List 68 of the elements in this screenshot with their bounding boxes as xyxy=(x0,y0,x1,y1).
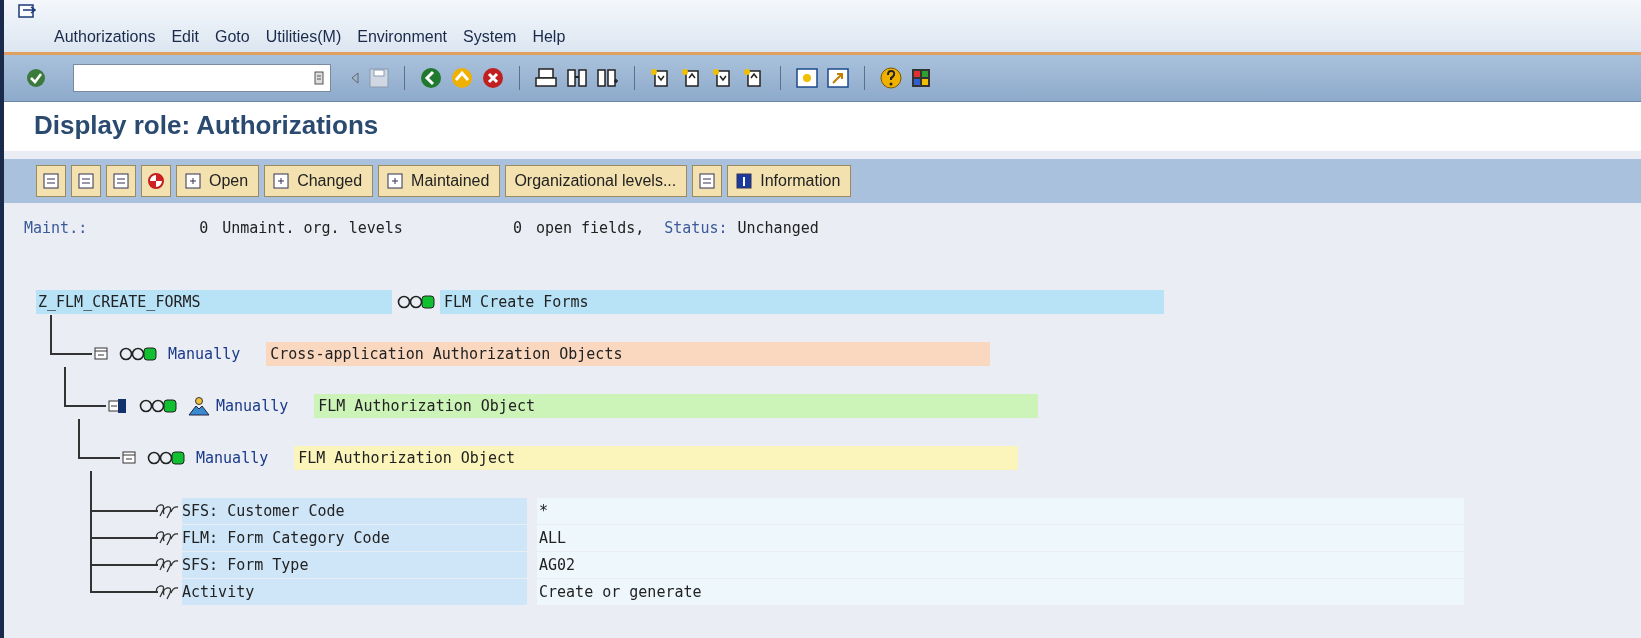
menu-item[interactable]: System xyxy=(463,28,517,46)
toolbar-icon xyxy=(148,173,164,189)
toolbar-button[interactable] xyxy=(106,165,136,197)
field-name: Activity xyxy=(182,578,527,605)
find-next-icon[interactable] xyxy=(597,68,619,88)
window-icon[interactable] xyxy=(796,68,818,88)
field-name: SFS: Form Type xyxy=(182,551,527,578)
status-text: Unmaint. org. levels xyxy=(222,219,403,237)
origin-label: Manually xyxy=(216,397,289,415)
toolbar-icon xyxy=(78,173,94,189)
status-count: 0 xyxy=(512,219,522,237)
field-value: Create or generate xyxy=(537,578,1464,605)
print-icon[interactable] xyxy=(535,68,557,88)
help-icon[interactable] xyxy=(880,67,902,89)
menu-item[interactable]: Utilities(M) xyxy=(265,28,342,46)
find-icon[interactable] xyxy=(566,68,588,88)
toolbar-button[interactable] xyxy=(141,165,171,197)
status-text: open fields, xyxy=(535,219,645,237)
role-name: Z_FLM_CREATE_FORMS xyxy=(36,290,392,314)
toolbar-button[interactable]: Organizational levels... xyxy=(505,165,688,197)
field-value: * xyxy=(537,497,1464,524)
shortcut-icon[interactable] xyxy=(827,68,849,88)
toolbar-icon xyxy=(273,173,290,189)
menu-item[interactable]: Help xyxy=(532,28,566,46)
triangle-icon[interactable] xyxy=(350,71,360,85)
toolbar-button[interactable]: Changed xyxy=(264,165,374,197)
menu-item[interactable]: Authorizations xyxy=(54,28,156,46)
toolbar-button[interactable]: Information xyxy=(727,165,852,197)
status-value: Unchanged xyxy=(737,219,819,237)
toolbar-icon xyxy=(185,173,201,189)
node-text: FLM Authorization Object xyxy=(294,446,1019,470)
expand-icon[interactable] xyxy=(108,399,128,413)
toolbar-button[interactable]: Maintained xyxy=(378,165,501,197)
node-text: FLM Authorization Object xyxy=(314,394,1039,418)
toolbar-button[interactable] xyxy=(71,165,101,197)
menu-item[interactable]: Goto xyxy=(214,28,250,46)
toolbar-button[interactable] xyxy=(692,165,723,197)
collapse-icon[interactable] xyxy=(94,347,108,361)
menu-item[interactable]: Edit xyxy=(171,28,199,46)
status-count: 0 xyxy=(199,219,209,237)
toolbar-icon xyxy=(43,173,59,189)
toolbar-icon xyxy=(387,173,404,189)
field-name: SFS: Customer Code xyxy=(182,497,527,524)
menu-icon[interactable] xyxy=(18,4,36,20)
role-description: FLM Create Forms xyxy=(440,290,1164,314)
menu-item[interactable]: Environment xyxy=(357,28,448,46)
screen-title: Display role: Authorizations xyxy=(4,101,1641,151)
toolbar-icon xyxy=(736,173,753,189)
back-icon[interactable] xyxy=(420,67,442,89)
layout-icon[interactable] xyxy=(911,68,931,88)
toolbar-icon xyxy=(699,173,716,189)
mountain-person-icon xyxy=(188,396,210,416)
node-text: Cross-application Authorization Objects xyxy=(266,342,991,366)
toolbar-icon xyxy=(113,173,129,189)
origin-label: Manually xyxy=(196,449,269,467)
status-label: Maint.: xyxy=(24,219,88,237)
toolbar-button[interactable]: Open xyxy=(176,165,260,197)
toolbar-button[interactable] xyxy=(36,165,66,197)
collapse-icon[interactable] xyxy=(122,451,136,465)
field-value: ALL xyxy=(537,524,1464,551)
origin-label: Manually xyxy=(168,345,241,363)
status-label: Status: xyxy=(664,219,728,237)
check-icon[interactable] xyxy=(26,68,46,88)
field-name: FLM: Form Category Code xyxy=(182,524,527,551)
cancel-icon[interactable] xyxy=(482,67,504,89)
history-icon[interactable] xyxy=(314,71,324,85)
field-value: AG02 xyxy=(537,551,1464,578)
command-field[interactable] xyxy=(73,64,331,92)
